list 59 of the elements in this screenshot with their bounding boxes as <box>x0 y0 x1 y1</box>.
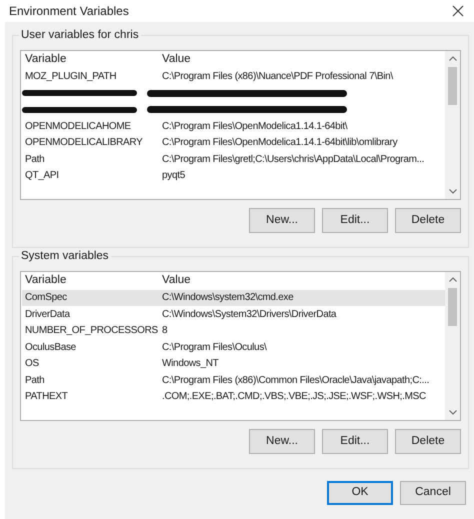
table-cell-text: .COM;.EXE;.BAT;.CMD;.VBS;.VBE;.JS;.JSE;.WSF;.WSH;.MSC <box>161 390 426 404</box>
table-cell-text: Path <box>24 374 46 388</box>
scrollbar[interactable] <box>445 51 460 199</box>
list-row[interactable]: OS Windows_NT <box>22 356 445 372</box>
list-row[interactable]: DriverData C:\Windows\System32\Drivers\DriverData <box>22 306 445 322</box>
table-cell-text: C:\Program Files (x86)\Common Files\Oracle\Java\javapath;C:... <box>161 374 430 388</box>
table-cell-text: pyqt5 <box>161 169 185 183</box>
list-row[interactable]: ComSpec C:\Windows\system32\cmd.exe <box>22 290 445 306</box>
column-header[interactable]: Variable <box>22 272 160 290</box>
scroll-up-icon[interactable] <box>448 56 456 61</box>
table-cell-text: DriverData <box>24 308 71 322</box>
dialog-button[interactable]: Cancel <box>400 481 466 505</box>
table-cell-text: C:\Program Files\OpenModelica1.14.1-64bit\ <box>161 120 348 134</box>
table-cell-text: OPENMODELICALIBRARY <box>24 136 144 150</box>
table-cell-text: OculusBase <box>24 340 77 354</box>
list-row[interactable]: PATHEXT .COM;.EXE;.BAT;.CMD;.VBS;.VBE;.JS;.JSE;.WSF;.WSH;.MSC <box>22 388 445 404</box>
scroll-thumb[interactable] <box>448 67 457 105</box>
table-cell-text: ComSpec <box>24 291 68 305</box>
action-button[interactable]: Delete <box>395 208 461 233</box>
table-cell-text: 8 <box>161 324 168 338</box>
list-row[interactable]: OPENMODELICALIBRARY C:\Program Files\OpenModelica1.14.1-64bit\lib\omlibrary <box>22 134 445 150</box>
action-button[interactable]: New... <box>249 208 315 233</box>
list-row[interactable]: QT_API pyqt5 <box>22 168 445 184</box>
scrollbar[interactable] <box>445 272 460 420</box>
action-button[interactable]: Edit... <box>322 208 388 233</box>
table-cell-text: OPENMODELICAHOME <box>24 120 132 134</box>
list-row[interactable]: Path C:\Program Files\gretl;C:\Users\chris\AppData\Local\Program... <box>22 151 445 167</box>
table-cell-text: Windows_NT <box>161 357 218 371</box>
column-header[interactable]: Value <box>160 272 191 290</box>
table-cell-text: Path <box>24 152 46 166</box>
group-title: System variables <box>19 249 111 264</box>
window-title: Environment Variables <box>9 3 129 20</box>
scroll-thumb[interactable] <box>448 288 457 326</box>
column-header[interactable]: Variable <box>22 51 160 69</box>
table-cell-text: NUMBER_OF_PROCESSORS <box>24 324 159 338</box>
close-icon[interactable] <box>452 5 464 17</box>
table-cell-text: C:\Program Files\OpenModelica1.14.1-64bit\lib\omlibrary <box>161 136 398 150</box>
list-row[interactable]: Path C:\Program Files (x86)\Common Files\Oracle\Java\javapath;C:... <box>22 372 445 388</box>
table-cell-text: MOZ_PLUGIN_PATH <box>24 70 118 84</box>
table-cell-text: PATHEXT <box>24 390 69 404</box>
table-cell-text: C:\Program Files\Oculus\ <box>161 340 266 354</box>
list-row[interactable]: OPENMODELICAHOME C:\Program Files\OpenModelica1.14.1-64bit\ <box>22 118 445 134</box>
action-button[interactable]: Edit... <box>322 429 388 454</box>
list-row[interactable]: MOZ_PLUGIN_PATH C:\Program Files (x86)\Nuance\PDF Professional 7\Bin\ <box>22 68 445 84</box>
scroll-down-icon[interactable] <box>448 410 456 415</box>
table-cell-text: C:\Windows\system32\cmd.exe <box>161 291 294 305</box>
scroll-down-icon[interactable] <box>448 189 456 194</box>
column-header[interactable]: Value <box>160 51 191 69</box>
list-row[interactable]: OculusBase C:\Program Files\Oculus\ <box>22 339 445 355</box>
scroll-up-icon[interactable] <box>448 277 456 282</box>
table-cell-text: OS <box>24 357 40 371</box>
list-row[interactable]: NUMBER_OF_PROCESSORS 8 <box>22 322 445 338</box>
action-button[interactable]: New... <box>249 429 315 454</box>
table-cell-text: QT_API <box>24 169 60 183</box>
action-button[interactable]: Delete <box>395 429 461 454</box>
dialog-button[interactable]: OK <box>327 481 393 505</box>
table-cell-text: C:\Windows\System32\Drivers\DriverData <box>161 308 336 322</box>
table-cell-text: C:\Program Files\gretl;C:\Users\chris\AppData\Local\Program... <box>161 152 424 166</box>
table-cell-text: C:\Program Files (x86)\Nuance\PDF Professional 7\Bin\ <box>161 70 393 84</box>
